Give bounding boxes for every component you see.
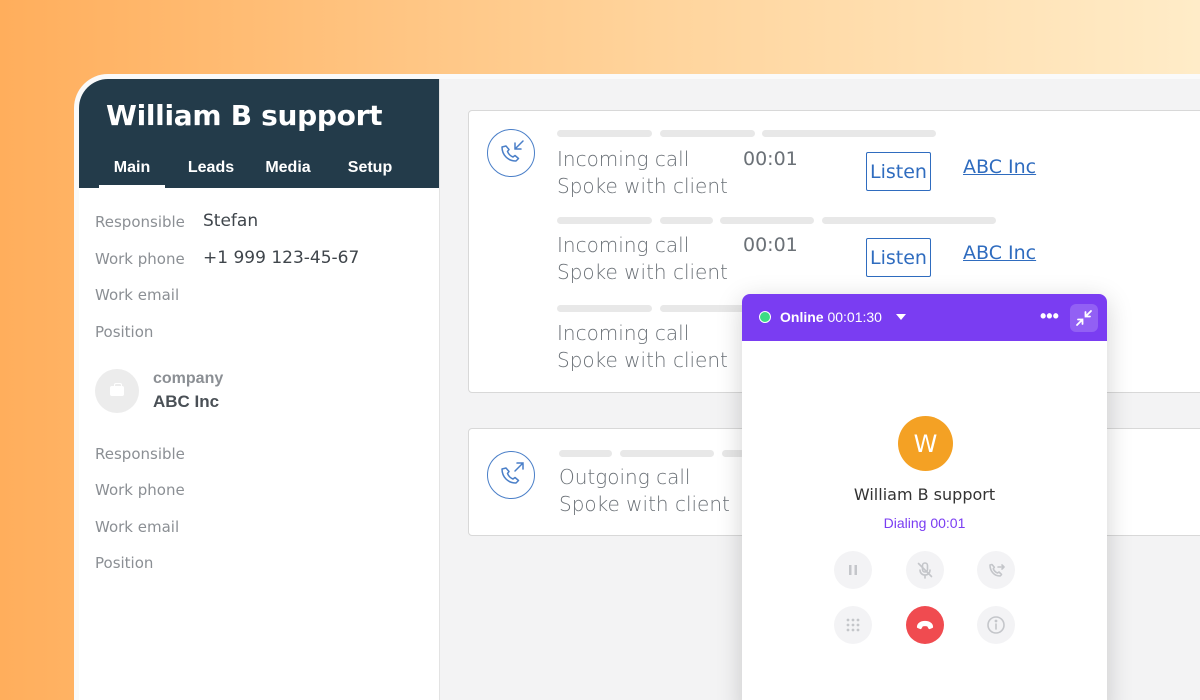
- status-label: Online: [780, 309, 824, 325]
- mute-icon: [917, 562, 933, 579]
- placeholder-bar: [822, 217, 996, 224]
- placeholder-bar: [720, 217, 814, 224]
- field-label: Work phone: [95, 250, 185, 268]
- caller-name: William B support: [853, 485, 996, 504]
- field-position[interactable]: Position: [95, 323, 203, 341]
- briefcase-icon: [110, 383, 124, 396]
- info-icon: [987, 616, 1005, 634]
- company-field-work-phone[interactable]: Work phone: [95, 481, 203, 499]
- company-field-work-email[interactable]: Work email: [95, 518, 203, 536]
- field-work-email[interactable]: Work email: [95, 286, 203, 304]
- company-type-label: company: [153, 370, 224, 387]
- chevron-down-icon[interactable]: [896, 314, 906, 320]
- placeholder-bar: [660, 217, 713, 224]
- company-name[interactable]: ABC Inc: [153, 392, 219, 412]
- field-label: Work email: [95, 518, 180, 536]
- collapse-button[interactable]: [1070, 304, 1098, 332]
- listen-button[interactable]: Listen: [866, 238, 931, 277]
- online-status[interactable]: Online 00:01:30: [780, 309, 882, 325]
- field-label: Position: [95, 554, 154, 572]
- tab-leads[interactable]: Leads: [165, 155, 257, 188]
- placeholder-bar: [557, 305, 652, 312]
- transfer-icon: [989, 563, 1005, 577]
- field-value: +1 999 123-45-67: [203, 248, 360, 268]
- placeholder-bar: [559, 450, 612, 457]
- call-type: Outgoing call: [559, 465, 691, 489]
- keypad-icon: [846, 618, 860, 632]
- contact-title: William B support: [106, 99, 383, 132]
- minimize-icon: [1076, 310, 1092, 326]
- field-label: Responsible: [95, 213, 185, 231]
- dialing-status: Dialing 00:01: [883, 515, 966, 531]
- contact-tabs: Main Leads Media Setup: [99, 155, 421, 188]
- call-note: Spoke with client: [557, 174, 728, 198]
- caller-avatar: W: [898, 416, 953, 471]
- hold-button[interactable]: [834, 551, 872, 589]
- call-note: Spoke with client: [559, 492, 730, 516]
- field-value: Stefan: [203, 211, 259, 231]
- more-icon[interactable]: •••: [1040, 306, 1059, 327]
- tab-setup[interactable]: Setup: [319, 155, 421, 188]
- tab-media[interactable]: Media: [257, 155, 319, 188]
- transfer-button[interactable]: [977, 551, 1015, 589]
- company-avatar: [95, 369, 139, 413]
- keypad-button[interactable]: [834, 606, 872, 644]
- online-status-dot: [759, 311, 771, 323]
- hangup-icon: [916, 620, 934, 630]
- call-note: Spoke with client: [557, 348, 728, 372]
- hangup-button[interactable]: [906, 606, 944, 644]
- pause-icon: [849, 565, 857, 575]
- softphone-widget: Online 00:01:30 ••• W William B support …: [742, 294, 1107, 700]
- field-label: Responsible: [95, 445, 185, 463]
- outgoing-call-icon: [487, 451, 535, 499]
- field-responsible[interactable]: Responsible Stefan: [95, 211, 259, 231]
- listen-button[interactable]: Listen: [866, 152, 931, 191]
- placeholder-bar: [557, 217, 652, 224]
- field-label: Work phone: [95, 481, 185, 499]
- placeholder-bar: [762, 130, 936, 137]
- company-field-responsible[interactable]: Responsible: [95, 445, 203, 463]
- contact-panel: William B support Main Leads Media Setup…: [79, 79, 440, 700]
- call-duration: 00:01: [743, 234, 798, 256]
- company-link[interactable]: ABC Inc: [963, 242, 1036, 264]
- incoming-call-icon: [487, 129, 535, 177]
- placeholder-bar: [557, 130, 652, 137]
- tab-main[interactable]: Main: [99, 155, 165, 188]
- field-work-phone[interactable]: Work phone +1 999 123-45-67: [95, 248, 360, 268]
- placeholder-bar: [660, 305, 755, 312]
- contact-header: William B support Main Leads Media Setup: [79, 79, 439, 188]
- field-label: Position: [95, 323, 154, 341]
- session-timer: 00:01:30: [827, 309, 882, 325]
- placeholder-bar: [620, 450, 714, 457]
- info-button[interactable]: [977, 606, 1015, 644]
- mute-button[interactable]: [906, 551, 944, 589]
- field-label: Work email: [95, 286, 180, 304]
- call-note: Spoke with client: [557, 260, 728, 284]
- placeholder-bar: [660, 130, 755, 137]
- call-type: Incoming call: [557, 147, 690, 171]
- call-type: Incoming call: [557, 321, 690, 345]
- call-duration: 00:01: [743, 148, 798, 170]
- call-type: Incoming call: [557, 233, 690, 257]
- company-field-position[interactable]: Position: [95, 554, 203, 572]
- company-link[interactable]: ABC Inc: [963, 156, 1036, 178]
- softphone-header: Online 00:01:30 •••: [742, 294, 1107, 341]
